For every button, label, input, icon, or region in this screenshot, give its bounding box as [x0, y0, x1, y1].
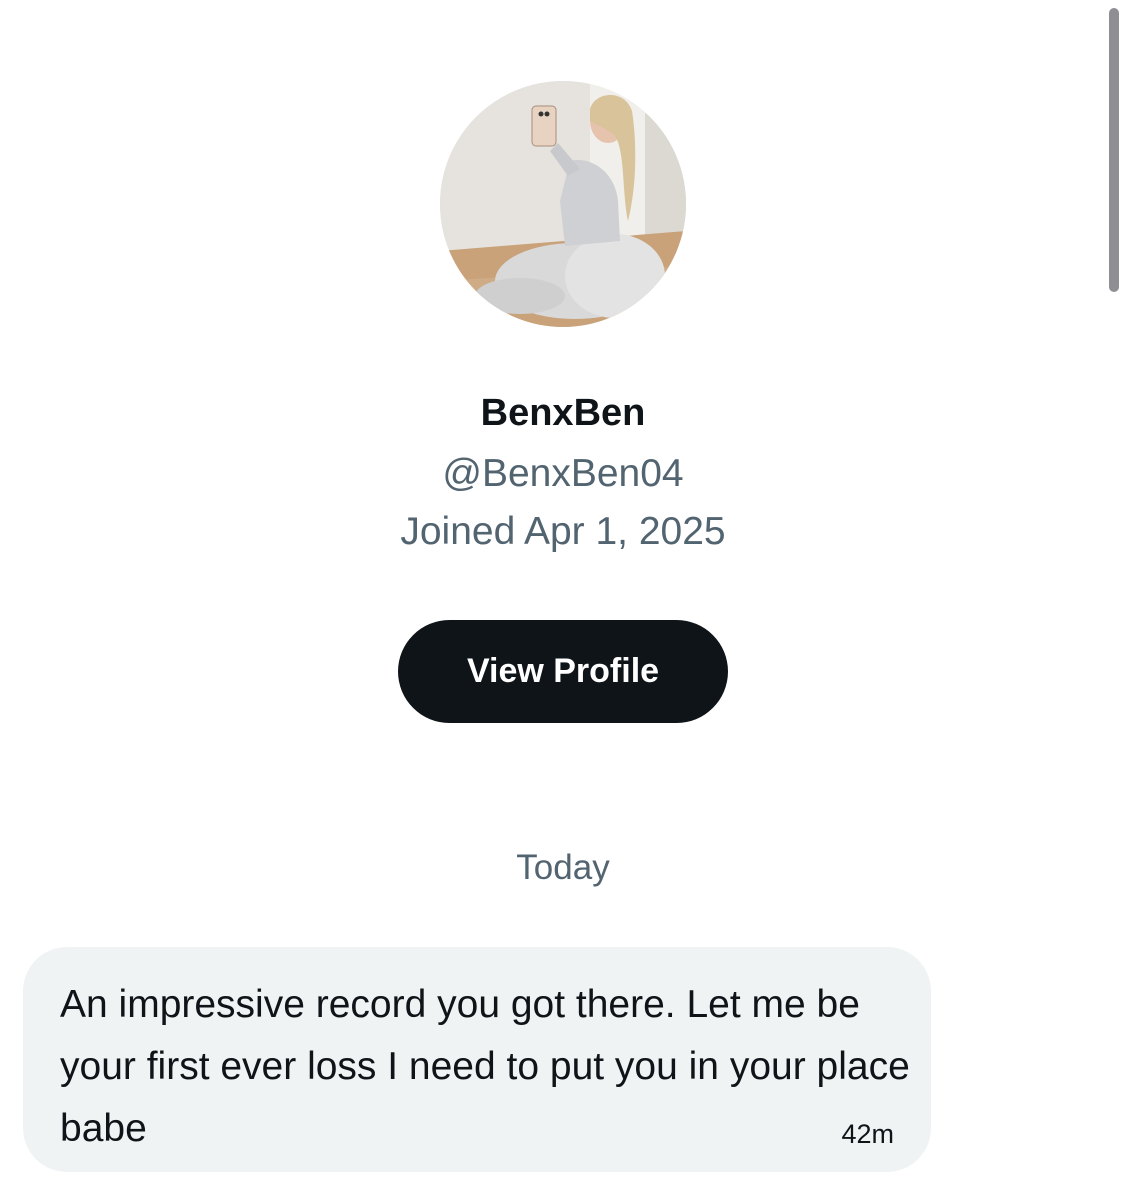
- user-handle: @BenxBen04: [442, 452, 684, 495]
- scrollbar[interactable]: [1109, 8, 1119, 292]
- display-name: BenxBen: [480, 392, 646, 434]
- avatar[interactable]: [440, 81, 686, 327]
- joined-date: Joined Apr 1, 2025: [400, 510, 726, 553]
- message-bubble[interactable]: An impressive record you got there. Let …: [23, 947, 931, 1172]
- dm-conversation-screen: BenxBen @BenxBen04 Joined Apr 1, 2025 Vi…: [0, 0, 1126, 1200]
- date-divider: Today: [516, 848, 610, 887]
- view-profile-button[interactable]: View Profile: [398, 620, 728, 723]
- message-text: An impressive record you got there. Let …: [60, 983, 910, 1150]
- message-timestamp: 42m: [841, 1119, 894, 1149]
- avatar-photo: [440, 81, 686, 327]
